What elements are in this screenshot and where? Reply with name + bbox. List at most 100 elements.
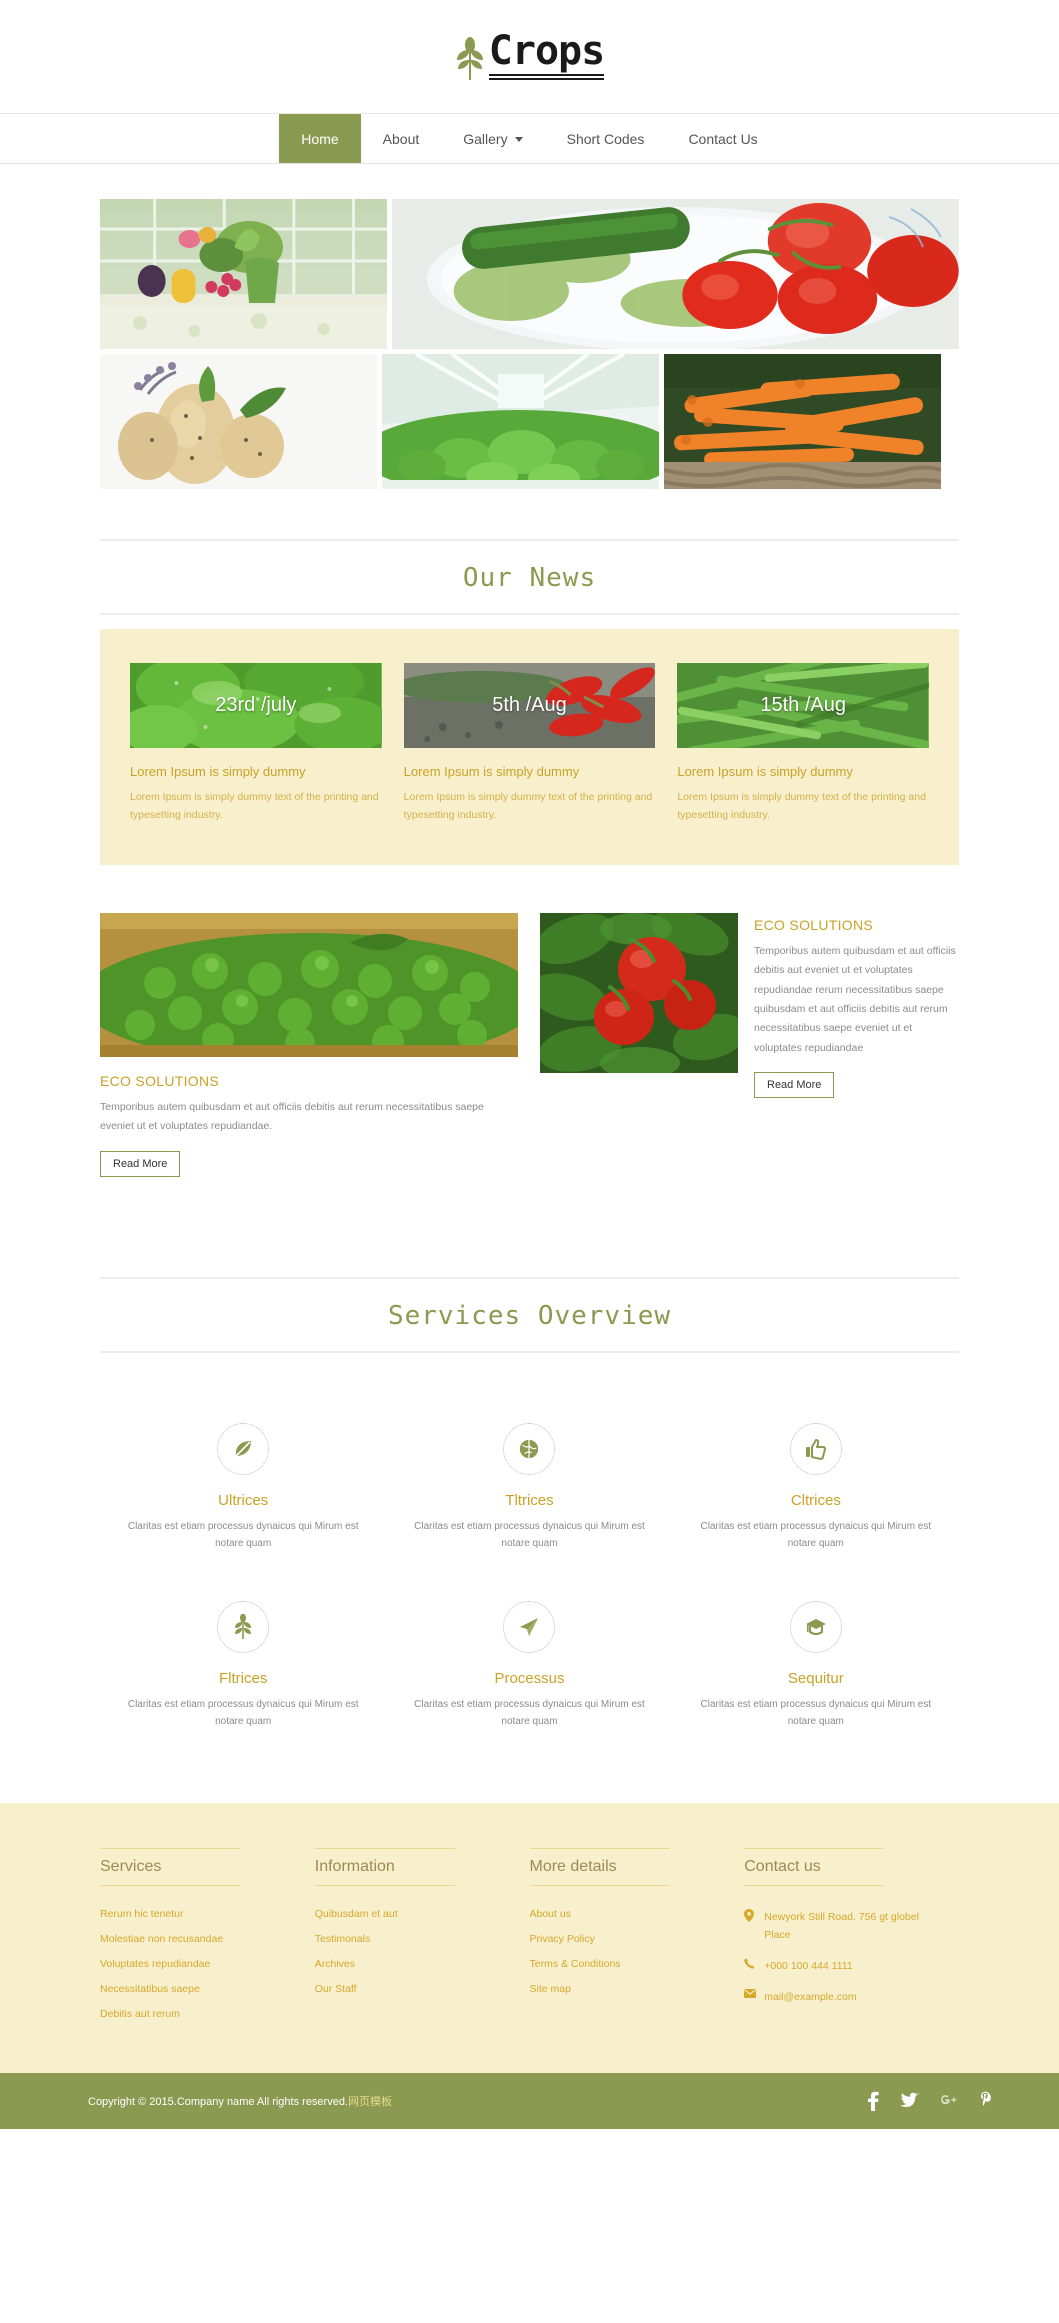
social-links [867, 2091, 994, 2111]
read-more-button[interactable]: Read More [100, 1150, 181, 1177]
gallery-image-3[interactable] [100, 354, 377, 489]
service-desc: Claritas est etiam processus dynaicus qu… [700, 1520, 932, 1550]
news-thumbnail[interactable]: 23rd /july [130, 663, 382, 748]
page-root: Crops Home About Gallery Short Codes Con… [0, 0, 1059, 2129]
footer-link[interactable]: Archives [315, 1958, 510, 1970]
service-icon-circle [217, 1600, 270, 1653]
gallery-image-2[interactable] [392, 199, 959, 349]
service-desc: Claritas est etiam processus dynaicus qu… [414, 1520, 645, 1550]
news-body: Lorem Ipsum is simply dummy text of the … [130, 791, 379, 822]
thumbs-up-icon [804, 1437, 828, 1461]
footer-link[interactable]: Our Staff [315, 1983, 510, 1995]
footer-heading: More details [529, 1847, 670, 1886]
footer-link[interactable]: Quibusdam et aut [315, 1908, 510, 1920]
eco-title: ECO SOLUTIONS [100, 1072, 220, 1089]
service-icon-circle [503, 1600, 556, 1653]
news-title: Lorem Ipsum is simply dummy [403, 764, 580, 779]
twitter-icon[interactable] [899, 2092, 919, 2109]
footer-link[interactable]: Debitis aut rerum [100, 2008, 295, 2020]
facebook-icon[interactable] [867, 2091, 879, 2111]
eco-block-left: ECO SOLUTIONS Temporibus autem quibusdam… [100, 912, 518, 1177]
site-header: Crops [0, 0, 1059, 114]
news-title: Lorem Ipsum is simply dummy [677, 764, 853, 779]
footer-columns: Services Rerum hic tenetur Molestiae non… [100, 1847, 959, 2033]
gallery-image-1[interactable] [100, 199, 388, 349]
footer-link[interactable]: Rerum hic tenetur [100, 1908, 295, 1920]
nav-label: Gallery [463, 130, 508, 147]
footer-heading: Contact us [744, 1847, 885, 1886]
service-item[interactable]: Sequitur Claritas est etiam processus dy… [673, 1579, 959, 1757]
service-item[interactable]: Processus Claritas est etiam processus d… [386, 1579, 672, 1757]
news-thumbnail[interactable]: 5th /Aug [403, 663, 656, 748]
eco-title: ECO SOLUTIONS [754, 916, 874, 933]
copyright-bar: Copyright © 2015.Company name All rights… [0, 2072, 1059, 2129]
gallery-image-4[interactable] [382, 354, 659, 489]
nav-item-short-codes[interactable]: Short Codes [545, 114, 667, 163]
news-section: 23rd /july Lorem Ipsum is simply dummy L… [100, 629, 959, 865]
eco-solutions-section: ECO SOLUTIONS Temporibus autem quibusdam… [0, 865, 1059, 1177]
pinterest-icon[interactable] [979, 2091, 994, 2110]
service-icon-circle [789, 1600, 842, 1653]
eco-right-text: ECO SOLUTIONS Temporibus autem quibusdam… [754, 913, 959, 1099]
service-icon-circle [217, 1422, 270, 1475]
nav-item-gallery[interactable]: Gallery [441, 114, 544, 163]
news-date: 15th /Aug [760, 694, 846, 716]
copyright-label: Copyright © 2015.Company name All rights… [88, 2095, 349, 2108]
service-item[interactable]: Ultrices Claritas est etiam processus dy… [100, 1401, 386, 1579]
eco-image-tomatoes[interactable] [540, 912, 738, 1073]
nav-item-contact-us[interactable]: Contact Us [666, 114, 779, 163]
nav-label: Home [301, 130, 339, 147]
gallery-row-top [100, 199, 959, 349]
footer-column-information: Information Quibusdam et aut Testimonals… [314, 1847, 530, 2033]
logo-underline [488, 74, 605, 82]
news-thumbnail[interactable]: 15th /Aug [677, 663, 930, 748]
news-title: Lorem Ipsum is simply dummy [130, 764, 306, 779]
nav-label: Contact Us [688, 130, 758, 147]
wheat-icon [232, 1613, 254, 1640]
services-grid: Ultrices Claritas est etiam processus dy… [100, 1371, 959, 1757]
nav-item-about[interactable]: About [361, 114, 442, 163]
map-pin-icon [744, 1908, 756, 1925]
nav-item-home[interactable]: Home [279, 114, 361, 163]
divider-bottom [100, 1350, 959, 1353]
news-card[interactable]: 23rd /july Lorem Ipsum is simply dummy L… [130, 663, 382, 825]
footer-link[interactable]: Molestiae non recusandae [100, 1933, 295, 1945]
read-more-button[interactable]: Read More [754, 1072, 835, 1099]
services-section: Ultrices Claritas est etiam processus dy… [0, 1371, 1059, 1757]
google-plus-icon[interactable] [939, 2093, 959, 2109]
nav-label: About [382, 130, 420, 147]
footer-link[interactable]: Site map [530, 1983, 725, 1995]
service-title: Ultrices [218, 1491, 269, 1509]
paper-plane-icon [517, 1615, 541, 1639]
nav-label: Short Codes [566, 130, 645, 147]
service-desc: Claritas est etiam processus dynaicus qu… [127, 1520, 359, 1550]
service-title: Cltrices [790, 1491, 841, 1509]
service-item[interactable]: Cltrices Claritas est etiam processus dy… [673, 1401, 959, 1579]
phone-icon [744, 1957, 756, 1972]
footer-link[interactable]: Terms & Conditions [530, 1958, 725, 1970]
graduation-cap-icon [804, 1615, 828, 1639]
services-section-header: Services Overview [0, 1276, 1059, 1353]
footer-link[interactable]: Voluptates repudiandae [100, 1958, 295, 1970]
service-title: Tltrices [505, 1491, 554, 1509]
service-icon-circle [789, 1422, 842, 1475]
footer-link[interactable]: Necessitatibus saepe [100, 1983, 295, 1995]
template-credit-link[interactable]: 网页模板 [348, 2096, 392, 2108]
logo-text: Crops [488, 28, 605, 74]
footer-link[interactable]: About us [530, 1908, 725, 1920]
footer-link[interactable]: Testimonals [315, 1933, 510, 1945]
gallery-image-5[interactable] [664, 354, 941, 489]
news-body: Lorem Ipsum is simply dummy text of the … [677, 791, 926, 822]
footer-link[interactable]: Privacy Policy [530, 1933, 725, 1945]
service-desc: Claritas est etiam processus dynaicus qu… [700, 1698, 932, 1728]
eco-body: Temporibus autem quibusdam et aut offici… [100, 1100, 484, 1133]
footer-column-more-details: More details About us Privacy Policy Ter… [529, 1847, 745, 2033]
gallery-grid [0, 164, 1059, 489]
news-card[interactable]: 15th /Aug Lorem Ipsum is simply dummy Lo… [677, 663, 930, 825]
news-card[interactable]: 5th /Aug Lorem Ipsum is simply dummy Lor… [403, 663, 656, 825]
service-item[interactable]: Tltrices Claritas est etiam processus dy… [386, 1401, 672, 1579]
eco-image-peas[interactable] [100, 912, 518, 1057]
site-logo[interactable]: Crops [455, 28, 605, 82]
service-title: Processus [494, 1669, 565, 1687]
service-item[interactable]: Fltrices Claritas est etiam processus dy… [100, 1579, 386, 1757]
